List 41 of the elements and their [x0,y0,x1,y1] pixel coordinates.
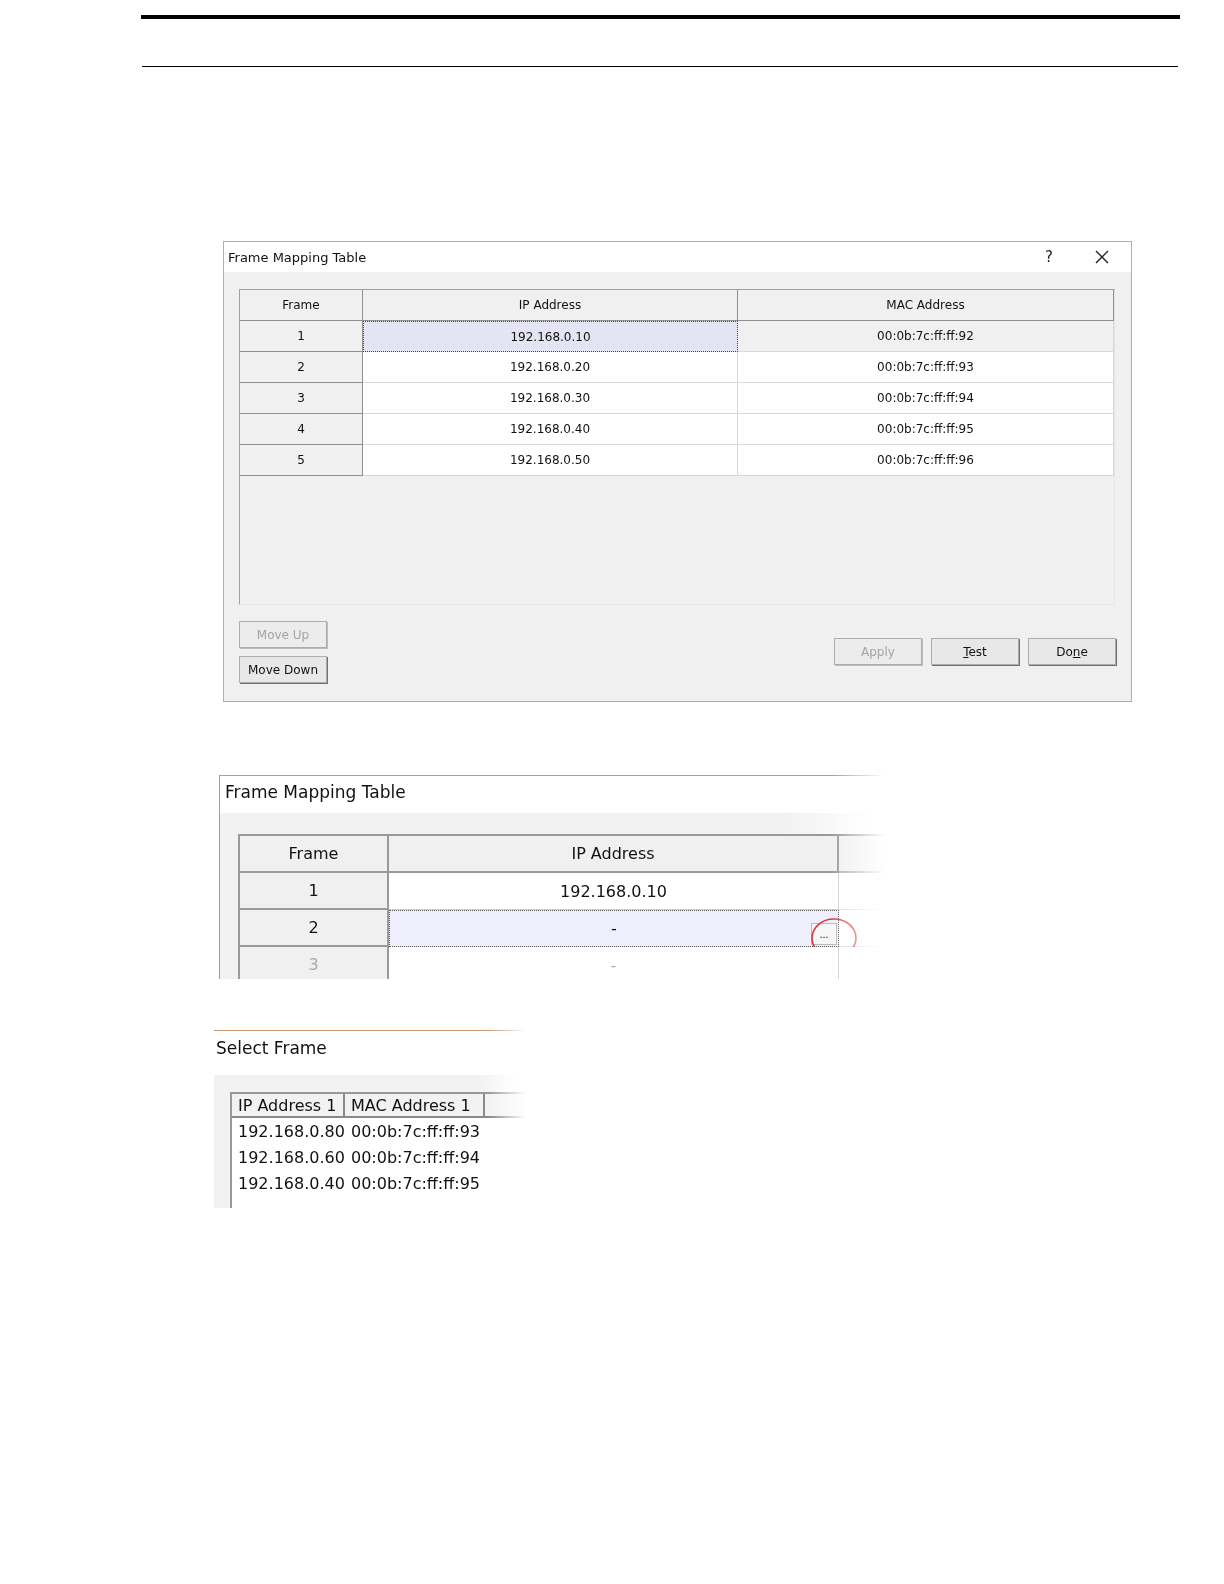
table-cell[interactable]: - ... [389,910,839,947]
column-header[interactable] [839,836,885,873]
window-title: Frame Mapping Table [228,249,368,265]
dialog-button[interactable]: Move Down [239,656,327,683]
table-cell[interactable]: 192.168.0.40 [363,414,738,445]
table-cell: 00:0b:7c:ff:ff:93 [738,352,1114,383]
row-header[interactable]: 1 [240,873,389,910]
column-header[interactable]: IP Address [363,290,738,321]
column-header[interactable] [485,1094,526,1118]
table-cell[interactable]: 192.168.0.20 [363,352,738,383]
list-cell[interactable]: 192.168.0.60 [232,1147,345,1167]
close-icon[interactable] [1095,250,1109,264]
row-header[interactable]: 4 [240,414,363,445]
row-header[interactable]: 5 [240,445,363,476]
list-cell[interactable]: 192.168.0.40 [232,1173,345,1193]
table-cell[interactable]: 192.168.0.50 [363,445,738,476]
help-button[interactable]: ? [1041,248,1057,266]
column-header[interactable]: MAC Address 1 [345,1094,485,1118]
column-header[interactable]: Frame [240,290,363,321]
table-cell: 00:0b:7c:ff:ff:94 [738,383,1114,414]
table-cell: 00:0b:7c:ff:ff:95 [738,414,1114,445]
table-cell[interactable]: 192.168.0.10 [363,321,738,352]
table-cell: 00:0b:7c:ff:ff:92 [738,321,1114,352]
row-header[interactable]: 2 [240,910,389,947]
list-cell[interactable]: 192.168.0.80 [232,1121,345,1141]
dialog-button[interactable]: Done [1028,638,1116,665]
column-header[interactable]: Frame [240,836,389,873]
column-header[interactable]: MAC Address [738,290,1114,321]
list-cell[interactable]: 00:0b:7c:ff:ff:95 [345,1173,485,1193]
column-header[interactable]: IP Address 1 [232,1094,345,1118]
row-header[interactable]: 1 [240,321,363,352]
row-header[interactable]: 2 [240,352,363,383]
list-cell[interactable]: 00:0b:7c:ff:ff:93 [345,1121,485,1141]
list-cell[interactable]: 00:0b:7c:ff:ff:94 [345,1147,485,1167]
row-header[interactable]: 3 [240,383,363,414]
table-cell[interactable]: 192.168.0.10 [389,873,839,910]
browse-button[interactable]: ... [811,923,837,945]
column-header[interactable]: IP Address [389,836,839,873]
dialog-button[interactable]: Test [931,638,1019,665]
table-cell: 00:0b:7c:ff:ff:96 [738,445,1114,476]
table-cell[interactable]: 192.168.0.30 [363,383,738,414]
